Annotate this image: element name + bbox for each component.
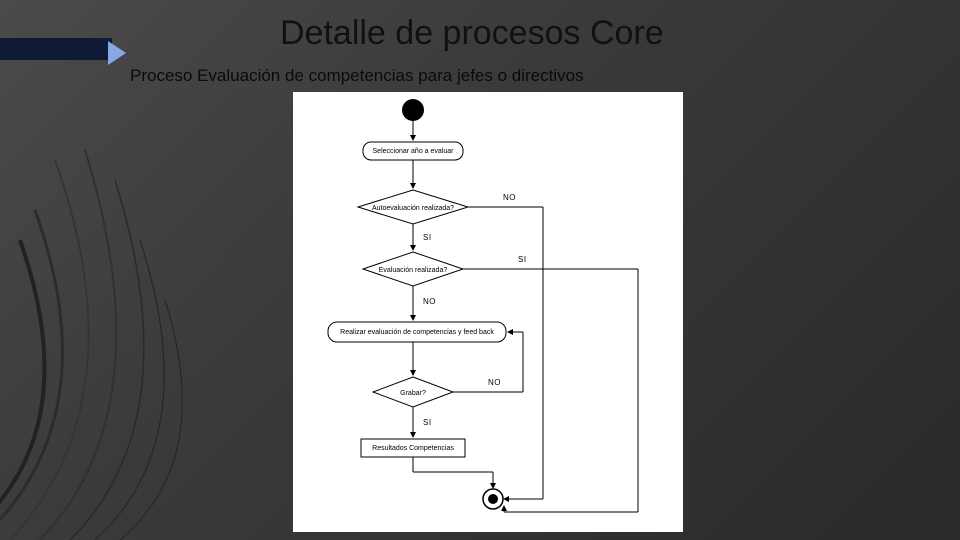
edge-eval-no: NO — [423, 297, 436, 306]
slide: Detalle de procesos Core Proceso Evaluac… — [0, 0, 960, 540]
step-perform-eval-label: Realizar evaluación de competencias y fe… — [340, 329, 494, 336]
flowchart-panel: Seleccionar año a evaluar Autoevaluación… — [293, 92, 683, 532]
decision-save-label: Grabar? — [400, 390, 426, 397]
slide-subtitle: Proceso Evaluación de competencias para … — [130, 66, 584, 86]
edge-save-no: NO — [488, 378, 501, 387]
step-select-year-label: Seleccionar año a evaluar — [373, 148, 455, 155]
end-node — [488, 494, 498, 504]
decision-eval-done-label: Evaluación realizada? — [379, 267, 448, 274]
accent-arrow-icon — [108, 41, 126, 65]
edge-autoeval-no: NO — [503, 193, 516, 202]
start-node — [402, 99, 424, 121]
edge-autoeval-yes: SI — [423, 233, 432, 242]
edge-save-yes: SI — [423, 418, 432, 427]
decorative-curves — [0, 120, 260, 540]
slide-title: Detalle de procesos Core — [280, 14, 664, 53]
accent-bar — [0, 38, 112, 60]
decision-autoeval-label: Autoevaluación realizada? — [372, 205, 454, 212]
step-results-label: Resultados Competencias — [372, 445, 454, 452]
edge-eval-yes: SI — [518, 255, 527, 264]
